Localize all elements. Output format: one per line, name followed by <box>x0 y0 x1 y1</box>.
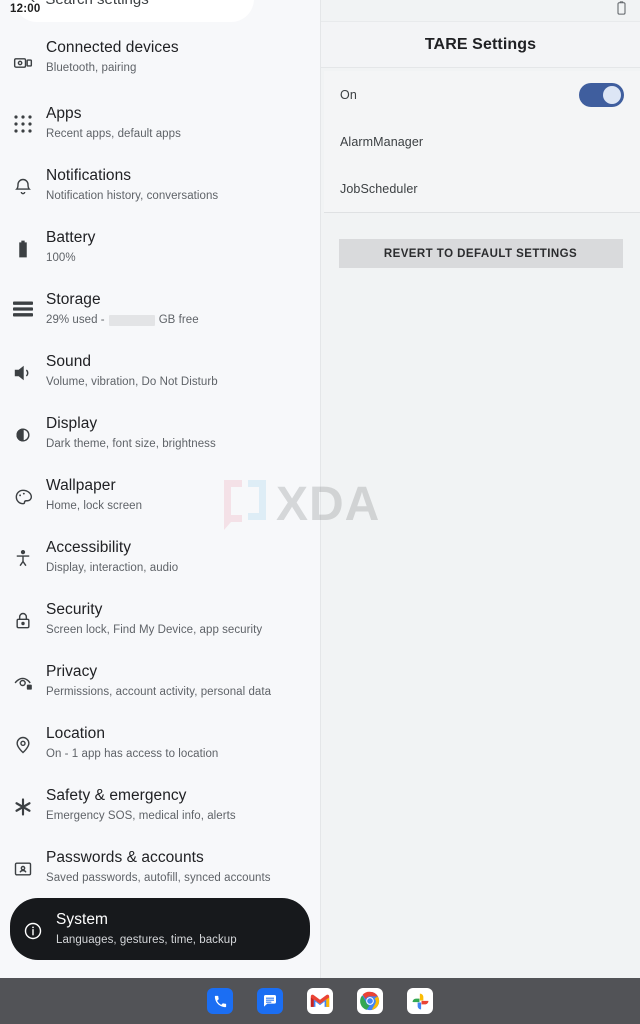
info-circle-icon <box>10 907 56 941</box>
asterisk-icon <box>0 783 46 817</box>
settings-item-title: Security <box>46 601 103 618</box>
location-pin-icon <box>0 721 46 755</box>
settings-item-privacy[interactable]: Privacy Permissions, account activity, p… <box>0 650 320 712</box>
settings-item-system[interactable]: System Languages, gestures, time, backup <box>10 898 310 960</box>
pref-label: On <box>340 87 357 102</box>
pref-row-on[interactable]: On <box>324 71 640 118</box>
settings-item-subtitle: 100% <box>46 252 76 264</box>
battery-icon <box>617 1 626 20</box>
settings-item-subtitle: Display, interaction, audio <box>46 562 179 574</box>
status-bar-clock: 12:00 <box>10 3 41 15</box>
settings-item-subtitle: Notification history, conversations <box>46 190 219 202</box>
settings-item-subtitle: Bluetooth, pairing <box>46 62 137 74</box>
pref-label: AlarmManager <box>340 134 424 149</box>
settings-item-title: Sound <box>46 353 92 370</box>
storage-free-text: GB free <box>158 314 199 326</box>
storage-used-text: 29% used - <box>46 314 105 326</box>
settings-item-title: Apps <box>46 105 82 122</box>
settings-item-subtitle: Volume, vibration, Do Not Disturb <box>46 376 218 388</box>
settings-item-subtitle: Recent apps, default apps <box>46 128 181 140</box>
settings-item-title: Storage <box>46 291 101 308</box>
preferences-card: On AlarmManager JobScheduler <box>324 71 640 213</box>
photos-app-icon[interactable] <box>407 988 433 1014</box>
settings-item-subtitle: 29% used - GB free <box>46 312 199 329</box>
page-title: TARE Settings <box>321 22 640 68</box>
lock-icon <box>0 597 46 631</box>
settings-item-title: Battery <box>46 229 96 246</box>
settings-item-subtitle: Emergency SOS, medical info, alerts <box>46 810 236 822</box>
sound-icon <box>0 349 46 383</box>
storage-icon <box>0 287 46 317</box>
phone-app-icon[interactable] <box>207 988 233 1014</box>
settings-item-sound[interactable]: Sound Volume, vibration, Do Not Disturb <box>0 340 320 402</box>
settings-item-title: Display <box>46 415 98 432</box>
search-settings-bar[interactable]: ‹ Search settings <box>14 0 254 22</box>
settings-item-title: Wallpaper <box>46 477 116 494</box>
revert-to-default-settings-button[interactable]: REVERT TO DEFAULT SETTINGS <box>338 239 623 268</box>
settings-item-title: Notifications <box>46 167 132 184</box>
settings-item-passwords-accounts[interactable]: Passwords & accounts Saved passwords, au… <box>0 836 320 898</box>
redacted-value-block <box>108 315 155 326</box>
privacy-eye-icon <box>0 659 46 693</box>
settings-item-title: Accessibility <box>46 539 132 556</box>
settings-item-apps[interactable]: Apps Recent apps, default apps <box>0 92 320 154</box>
tare-settings-pane: TARE Settings On AlarmManager JobSchedul… <box>320 0 640 1024</box>
settings-item-wallpaper[interactable]: Wallpaper Home, lock screen <box>0 464 320 526</box>
settings-item-notifications[interactable]: Notifications Notification history, conv… <box>0 154 320 216</box>
settings-item-accessibility[interactable]: Accessibility Display, interaction, audi… <box>0 526 320 588</box>
settings-item-connected-devices[interactable]: Connected devices Bluetooth, pairing <box>0 30 320 92</box>
revert-button-container: REVERT TO DEFAULT SETTINGS <box>321 239 640 268</box>
settings-item-title: Connected devices <box>46 39 179 56</box>
settings-item-display[interactable]: Display Dark theme, font size, brightnes… <box>0 402 320 464</box>
accessibility-icon <box>0 535 46 569</box>
tare-enable-toggle[interactable] <box>579 82 624 107</box>
settings-item-security[interactable]: Security Screen lock, Find My Device, ap… <box>0 588 320 650</box>
settings-item-subtitle: Languages, gestures, time, backup <box>56 934 237 946</box>
settings-item-subtitle: Dark theme, font size, brightness <box>46 438 216 450</box>
settings-item-storage[interactable]: Storage 29% used - GB free <box>0 278 320 340</box>
chrome-app-icon[interactable] <box>357 988 383 1014</box>
settings-item-battery[interactable]: Battery 100% <box>0 216 320 278</box>
settings-item-subtitle: On - 1 app has access to location <box>46 748 219 760</box>
connected-devices-icon <box>0 39 46 73</box>
status-bar-right <box>321 0 640 22</box>
gmail-app-icon[interactable] <box>307 988 333 1014</box>
settings-item-title: Location <box>46 725 106 742</box>
settings-item-subtitle: Permissions, account activity, personal … <box>46 686 272 698</box>
settings-item-subtitle: Screen lock, Find My Device, app securit… <box>46 624 263 636</box>
settings-item-location[interactable]: Location On - 1 app has access to locati… <box>0 712 320 774</box>
settings-item-title: Safety & emergency <box>46 787 187 804</box>
apps-grid-icon <box>0 101 46 133</box>
wallpaper-icon <box>0 473 46 507</box>
display-icon <box>0 411 46 445</box>
pref-row-jobscheduler[interactable]: JobScheduler <box>324 165 640 212</box>
messages-app-icon[interactable] <box>257 988 283 1014</box>
settings-item-title: Privacy <box>46 663 98 680</box>
settings-item-title: Passwords & accounts <box>46 849 204 866</box>
bell-icon <box>0 163 46 197</box>
tablet-screen: 12:00 ‹ Search settings Connected device… <box>0 0 640 1024</box>
settings-item-subtitle: Saved passwords, autofill, synced accoun… <box>46 872 271 884</box>
settings-item-subtitle: Home, lock screen <box>46 500 143 512</box>
settings-item-title: System <box>56 911 108 928</box>
pref-row-alarmmanager[interactable]: AlarmManager <box>324 118 640 165</box>
toggle-thumb <box>603 85 621 104</box>
battery-icon <box>0 225 46 259</box>
search-input[interactable]: Search settings <box>45 0 148 8</box>
taskbar <box>0 978 640 1024</box>
pref-label: JobScheduler <box>340 181 418 196</box>
settings-list: Connected devices Bluetooth, pairing App… <box>0 26 320 980</box>
passwords-icon <box>0 845 46 879</box>
settings-item-safety-emergency[interactable]: Safety & emergency Emergency SOS, medica… <box>0 774 320 836</box>
settings-left-pane: 12:00 ‹ Search settings Connected device… <box>0 0 320 1024</box>
